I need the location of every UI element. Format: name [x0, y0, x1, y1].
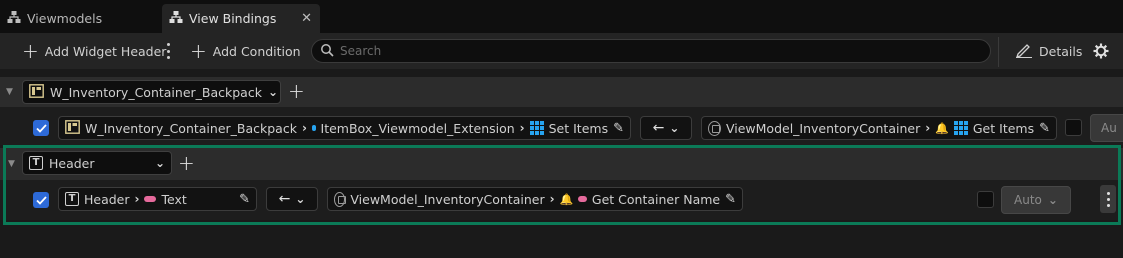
list-top-gap: [0, 69, 1123, 77]
toolbar-divider: [998, 37, 999, 67]
array-type-icon: [953, 121, 968, 135]
add-binding-plus-icon[interactable]: +: [288, 81, 305, 101]
group-header-row: ▼ W_Inventory_Container_Backpack ⌄ +: [0, 77, 1123, 107]
chevron-right-icon: ›: [134, 192, 140, 206]
binding-enabled-checkbox[interactable]: [33, 120, 49, 136]
tab-bar: Viewmodels View Bindings ✕: [0, 0, 1123, 33]
edit-pencil-icon[interactable]: ✎: [239, 192, 250, 207]
tab-viewmodels[interactable]: Viewmodels: [0, 4, 160, 33]
widget-selector[interactable]: W_Inventory_Container_Backpack ⌄: [22, 80, 281, 104]
text-widget-icon: T: [65, 192, 79, 206]
notify-bell-icon: 🔔: [935, 121, 949, 135]
binding-direction-dropdown[interactable]: ← ⌄: [266, 187, 318, 211]
add-widget-header-label: Add Widget Header: [44, 43, 167, 59]
update-mode-label: Auto: [1014, 193, 1042, 207]
add-binding-plus-icon[interactable]: +: [178, 153, 195, 173]
edit-pencil-icon[interactable]: ✎: [1039, 121, 1050, 136]
chevron-right-icon: ›: [301, 121, 307, 135]
add-condition-button[interactable]: + Add Condition: [190, 41, 301, 61]
binding-enabled-checkbox[interactable]: [33, 192, 49, 208]
plus-icon: +: [22, 39, 39, 63]
viewmodel-function-label: Get Container Name: [591, 191, 721, 207]
widget-name-label: Header: [49, 155, 95, 171]
edit-pencil-icon[interactable]: ✎: [725, 192, 736, 207]
add-widget-header-button[interactable]: + Add Widget Header: [22, 41, 166, 61]
chevron-down-icon: ⌄: [154, 156, 165, 170]
source-property-label: ItemBox_Viewmodel_Extension: [320, 120, 515, 136]
hierarchy-icon: [169, 10, 183, 27]
chevron-right-icon: ›: [925, 121, 931, 135]
collapse-arrow-icon[interactable]: ▼: [6, 87, 13, 97]
search-icon: [320, 43, 334, 60]
hierarchy-icon: [7, 10, 21, 27]
settings-gear-icon[interactable]: [1093, 43, 1109, 62]
direction-arrow-label: ←: [652, 120, 665, 136]
viewmodel-label: ViewModel_InventoryContainer: [350, 191, 545, 207]
update-mode-dropdown[interactable]: Au: [1090, 114, 1123, 142]
chevron-down-icon: ⌄: [295, 192, 306, 206]
update-mode-label: Au: [1101, 121, 1117, 135]
chevron-down-icon: ⌄: [669, 121, 680, 135]
source-widget-label: W_Inventory_Container_Backpack: [85, 120, 297, 136]
array-type-icon: [529, 121, 544, 135]
collapse-arrow-icon[interactable]: ▼: [8, 159, 15, 169]
close-icon[interactable]: ✕: [301, 11, 312, 26]
binding-row: W_Inventory_Container_Backpack › ItemBox…: [0, 107, 1123, 145]
text-widget-icon: T: [29, 156, 43, 170]
binding-row: T Header › Text ✎ ← ⌄ ViewModel_Inventor…: [0, 180, 1123, 220]
details-edit-icon: [1015, 42, 1033, 61]
text-type-icon: [144, 196, 157, 202]
direction-arrow-label: ←: [278, 191, 291, 207]
toolbar: + Add Widget Header + Add Condition Deta…: [0, 33, 1123, 69]
widget-name-label: W_Inventory_Container_Backpack: [50, 84, 262, 100]
widget-property-path[interactable]: T Header › Text ✎: [58, 187, 257, 211]
search-box[interactable]: [311, 39, 991, 63]
widget-property-path[interactable]: W_Inventory_Container_Backpack › ItemBox…: [58, 116, 631, 140]
chevron-right-icon: ›: [549, 192, 555, 206]
viewmodel-property-path[interactable]: ViewModel_InventoryContainer › 🔔 Get Con…: [327, 187, 743, 211]
chevron-down-icon: ⌄: [1047, 193, 1058, 207]
viewmodel-function-label: Get Items: [972, 120, 1035, 136]
viewmodel-property-path[interactable]: ViewModel_InventoryContainer › 🔔 Get Ite…: [701, 116, 1057, 140]
text-type-icon: [578, 196, 587, 202]
widget-selector[interactable]: T Header ⌄: [22, 151, 172, 175]
viewmodel-icon: [708, 120, 721, 136]
add-condition-label: Add Condition: [212, 43, 301, 59]
viewmodel-label: ViewModel_InventoryContainer: [725, 120, 921, 136]
edit-pencil-icon[interactable]: ✎: [613, 121, 624, 136]
chevron-down-icon: ⌄: [267, 85, 279, 99]
tab-label: Viewmodels: [27, 11, 103, 26]
one-time-checkbox[interactable]: [977, 191, 994, 208]
row-options-icon[interactable]: [1100, 185, 1116, 213]
chevron-right-icon: ›: [519, 121, 525, 135]
viewmodel-icon: [334, 191, 347, 207]
search-input[interactable]: [340, 44, 940, 58]
binding-direction-dropdown[interactable]: ← ⌄: [640, 116, 692, 140]
source-property-label: Text: [161, 191, 187, 207]
update-mode-dropdown[interactable]: Auto ⌄: [1001, 186, 1071, 214]
widget-icon: [29, 83, 44, 101]
widget-icon: [65, 119, 80, 137]
details-label: Details: [1039, 43, 1083, 59]
object-type-icon: [311, 125, 316, 131]
tab-view-bindings[interactable]: View Bindings ✕: [162, 4, 320, 33]
tab-label: View Bindings: [189, 11, 277, 26]
more-options-icon[interactable]: [165, 43, 171, 59]
notify-bell-icon: 🔔: [559, 192, 574, 206]
details-button[interactable]: Details: [1015, 41, 1082, 61]
source-function-label: Set Items: [548, 120, 609, 136]
one-time-checkbox[interactable]: [1065, 119, 1082, 136]
empty-list-area: [0, 225, 1123, 258]
plus-icon: +: [190, 39, 207, 63]
group-header-row: ▼ T Header ⌄ +: [0, 148, 1123, 180]
source-widget-label: Header: [84, 191, 130, 207]
